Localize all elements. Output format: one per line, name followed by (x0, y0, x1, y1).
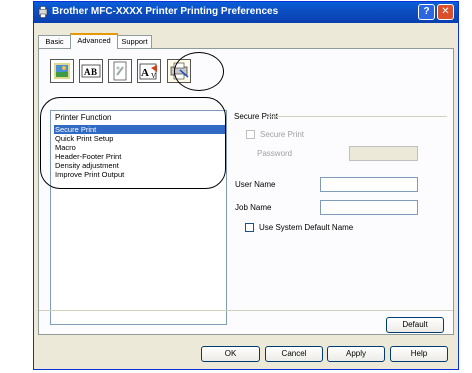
secure-print-label: Secure Print (260, 130, 305, 139)
svg-text:A: A (84, 67, 91, 77)
print-setting-icon: A V (139, 63, 157, 80)
password-field[interactable] (349, 146, 418, 161)
color-icon (54, 63, 70, 79)
secure-print-checkbox[interactable] (246, 130, 255, 139)
printer-app-icon (38, 6, 48, 18)
use-default-name-label: Use System Default Name (259, 223, 354, 232)
tab-support[interactable]: Support (117, 35, 152, 48)
advanced-panel: A B A V Printer Function Secure Print Qu… (38, 48, 454, 335)
group-divider (267, 116, 447, 117)
use-default-name-checkbox[interactable] (245, 223, 254, 232)
ok-button[interactable]: OK (201, 346, 260, 362)
title-bar[interactable]: Brother MFC-XXXX Printer Printing Prefer… (34, 2, 458, 23)
highlight-circle-toolbar (174, 52, 224, 91)
svg-text:A: A (141, 67, 149, 79)
print-setting-button[interactable]: A V (137, 59, 161, 83)
job-name-label: Job Name (235, 203, 272, 212)
watermark-icon (113, 61, 127, 81)
user-name-label: User Name (235, 180, 276, 189)
color-button[interactable] (50, 59, 74, 83)
help-button[interactable]: Help (390, 346, 448, 362)
preferences-window: Brother MFC-XXXX Printer Printing Prefer… (33, 1, 459, 370)
apply-button[interactable]: Apply (327, 346, 385, 362)
tab-advanced[interactable]: Advanced (70, 33, 118, 49)
scaling-button[interactable]: A B (79, 59, 103, 83)
scaling-icon: A B (81, 64, 101, 78)
close-button[interactable]: ✕ (437, 4, 454, 20)
job-name-field[interactable] (320, 200, 418, 215)
watermark-button[interactable] (108, 59, 132, 83)
panel-divider (39, 310, 453, 311)
help-title-button[interactable]: ? (418, 4, 435, 20)
window-title: Brother MFC-XXXX Printer Printing Prefer… (52, 6, 279, 17)
svg-text:V: V (151, 72, 156, 80)
cancel-button[interactable]: Cancel (265, 346, 323, 362)
tab-basic[interactable]: Basic (38, 35, 71, 48)
user-name-field[interactable] (320, 177, 418, 192)
password-label: Password (257, 149, 293, 158)
svg-text:B: B (91, 67, 97, 77)
default-button[interactable]: Default (386, 317, 444, 333)
highlight-circle-list (40, 97, 226, 189)
